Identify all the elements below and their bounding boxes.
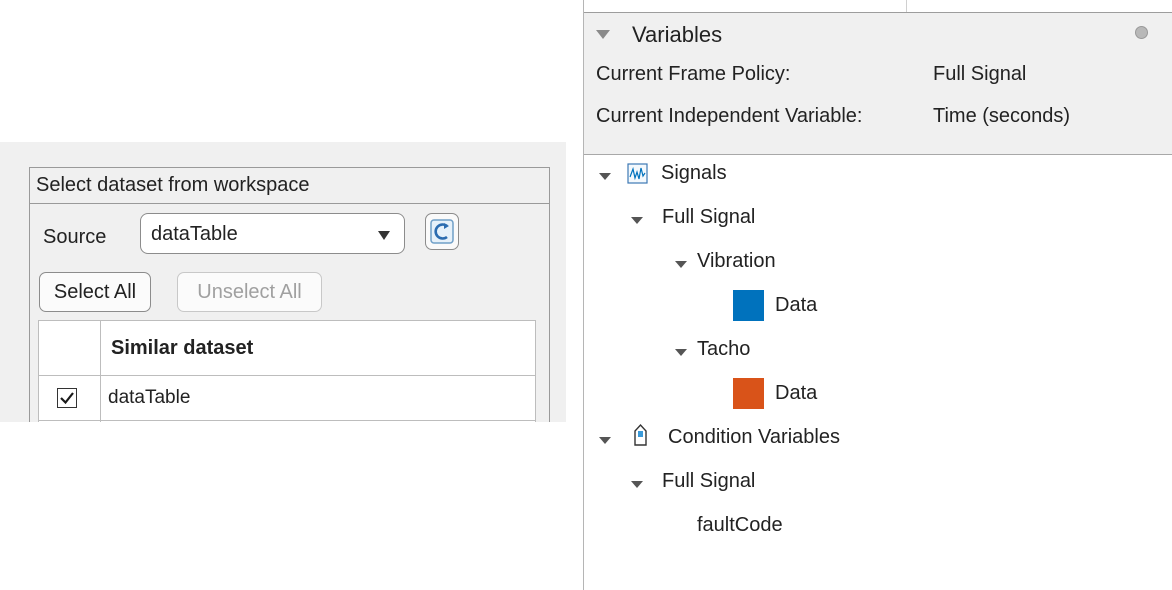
tree-node-conditions-full-signal[interactable]: Full Signal [662,470,755,493]
expand-caret-icon[interactable] [631,481,643,488]
variables-panel: Variables Current Frame Policy: Full Sig… [583,0,1172,590]
dataset-selection-panel: Select dataset from workspace Source dat… [0,142,566,422]
unselect-all-button[interactable]: Unselect All [177,272,322,312]
refresh-icon [430,219,454,244]
panel-title: Variables [632,22,723,47]
table-row[interactable]: dataTable [39,376,535,421]
checkmark-icon [60,392,74,405]
variables-title-bar[interactable]: Variables [584,13,1172,57]
variables-header: Variables Current Frame Policy: Full Sig… [584,13,1172,155]
expand-caret-icon[interactable] [675,349,687,356]
row-checkbox[interactable] [57,388,77,408]
strip-divider [906,0,907,12]
select-all-button[interactable]: Select All [39,272,151,312]
tree-node-signals-full-signal[interactable]: Full Signal [662,206,755,229]
variables-tree: Signals Full Signal Vibration Data Tacho… [584,155,1172,590]
tree-node-vibration-data[interactable]: Data [775,294,817,317]
condition-tag-icon [634,423,647,446]
independent-variable-label: Current Independent Variable: [596,105,863,127]
column-divider [100,321,101,422]
expand-caret-icon[interactable] [675,261,687,268]
vibration-color-swatch [733,290,764,321]
signals-icon [627,163,648,184]
tree-node-tacho-data[interactable]: Data [775,382,817,405]
collapse-triangle-icon[interactable] [596,30,610,39]
source-dropdown-value: dataTable [151,223,238,245]
tree-node-fault-code[interactable]: faultCode [697,514,783,537]
expand-caret-icon[interactable] [599,173,611,180]
tree-node-tacho[interactable]: Tacho [697,338,750,361]
source-label: Source [43,226,107,248]
tree-node-vibration[interactable]: Vibration [697,250,776,273]
chevron-down-icon [378,231,390,240]
row-dataset-name: dataTable [108,387,191,408]
tree-node-signals[interactable]: Signals [661,162,727,185]
tree-node-condition-variables[interactable]: Condition Variables [668,426,840,449]
frame-policy-value: Full Signal [933,63,1027,85]
source-dropdown[interactable]: dataTable [140,213,405,254]
panel-top-strip [584,0,1172,13]
column-header-similar-dataset: Similar dataset [111,337,254,359]
dataset-table: Similar dataset dataTable [38,320,536,422]
tacho-color-swatch [733,378,764,409]
panel-options-icon[interactable] [1135,26,1148,39]
frame-policy-label: Current Frame Policy: [596,63,791,85]
table-header-row: Similar dataset [39,321,535,376]
expand-caret-icon[interactable] [599,437,611,444]
independent-variable-value: Time (seconds) [933,105,1071,127]
expand-caret-icon[interactable] [631,217,643,224]
group-title: Select dataset from workspace [30,168,549,204]
refresh-button[interactable] [425,213,459,250]
